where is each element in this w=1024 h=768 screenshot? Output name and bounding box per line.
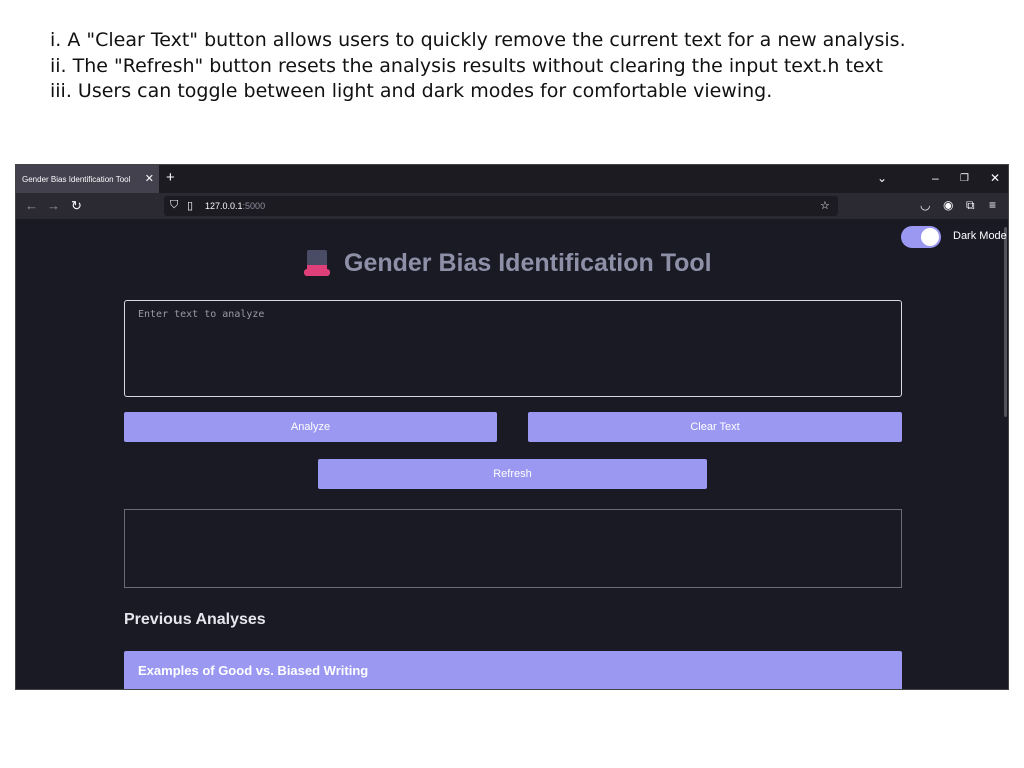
reload-icon[interactable]: ↻ [71, 198, 82, 214]
new-tab-icon[interactable]: + [166, 169, 175, 186]
toggle-knob [921, 228, 939, 246]
examples-accordion-header[interactable]: Examples of Good vs. Biased Writing [124, 651, 902, 689]
nav-bar: ← → ↻ ⛉ ▯ 127.0.0.1:5000 ☆ ◡ ◉ ⧉ ≡ [16, 193, 1008, 219]
instructions-text: i. A "Clear Text" button allows users to… [50, 28, 906, 105]
analyze-button[interactable]: Analyze [124, 412, 497, 442]
back-icon[interactable]: ← [25, 198, 38, 213]
pocket-icon[interactable]: ◡ [920, 198, 930, 212]
analysis-text-input[interactable] [124, 300, 902, 397]
browser-tab[interactable]: Gender Bias Identification Tool ✕ [16, 165, 159, 193]
top-hat-icon [304, 250, 330, 277]
page-content: Dark Mode Gender Bias Identification Too… [16, 219, 1008, 689]
forward-icon[interactable]: → [47, 198, 60, 213]
refresh-button[interactable]: Refresh [318, 459, 707, 489]
tab-bar: Gender Bias Identification Tool ✕ + ⌄ – … [16, 165, 1008, 193]
bookmark-star-icon[interactable]: ☆ [820, 199, 830, 212]
page-icon: ▯ [187, 200, 194, 212]
tab-list-icon[interactable]: ⌄ [877, 171, 887, 185]
window-close-icon[interactable]: ✕ [990, 171, 1000, 185]
restore-icon[interactable]: ❐ [960, 173, 969, 184]
clear-text-button[interactable]: Clear Text [528, 412, 902, 442]
instruction-line-2: ii. The "Refresh" button resets the anal… [50, 54, 883, 77]
previous-analyses-heading: Previous Analyses [124, 611, 266, 628]
dark-mode-label: Dark Mode [953, 230, 1007, 242]
account-icon[interactable]: ◉ [943, 198, 953, 212]
scrollbar[interactable] [1004, 227, 1007, 417]
minimize-icon[interactable]: – [932, 171, 939, 185]
close-icon[interactable]: ✕ [145, 172, 154, 185]
menu-icon[interactable]: ≡ [989, 198, 996, 212]
analysis-results-box [124, 509, 902, 588]
extensions-icon[interactable]: ⧉ [966, 198, 975, 213]
page-title-text: Gender Bias Identification Tool [344, 249, 712, 277]
url-text: 127.0.0.1:5000 [205, 201, 266, 211]
url-bar[interactable]: ⛉ ▯ 127.0.0.1:5000 ☆ [164, 196, 838, 216]
shield-icon[interactable]: ⛉ [170, 199, 178, 212]
browser-window: Gender Bias Identification Tool ✕ + ⌄ – … [15, 164, 1009, 690]
tab-title: Gender Bias Identification Tool [22, 174, 131, 184]
instruction-line-1: i. A "Clear Text" button allows users to… [50, 29, 906, 51]
page-title: Gender Bias Identification Tool [304, 249, 712, 278]
dark-mode-toggle[interactable] [901, 226, 941, 248]
instruction-line-3: iii. Users can toggle between light and … [50, 80, 773, 102]
